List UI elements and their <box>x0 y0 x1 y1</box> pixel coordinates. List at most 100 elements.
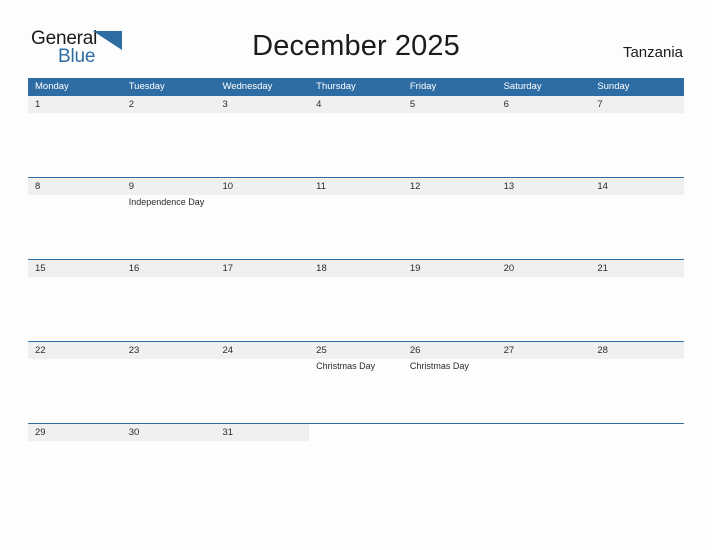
calendar-week-row: 1 2 3 4 5 6 7 <box>28 96 685 177</box>
calendar-day-number: 8 <box>35 181 41 192</box>
weekday-header-friday: Friday <box>409 81 437 92</box>
calendar-day-cell[interactable]: 25 Christmas Day <box>309 342 403 423</box>
calendar-event-label: Christmas Day <box>409 361 469 371</box>
calendar-day-cell[interactable]: 4 <box>309 96 403 177</box>
calendar-day-cell[interactable]: 20 <box>496 260 591 341</box>
calendar-day-number: 30 <box>128 427 140 438</box>
calendar-day-cell-empty <box>496 424 591 448</box>
calendar-day-cell[interactable]: 19 <box>402 260 497 341</box>
weekday-header-saturday: Saturday <box>503 81 542 92</box>
calendar-day-number: 28 <box>597 345 608 356</box>
calendar-day-cell[interactable]: 6 <box>496 96 591 177</box>
calendar-day-cell[interactable]: 5 <box>402 96 497 177</box>
calendar-day-band <box>28 178 122 195</box>
calendar-weeks: 1 2 3 4 5 6 7 8 9 Independence Day 10 11 12 13 14 15 16 1… <box>28 96 685 448</box>
calendar-day-cell[interactable]: 30 <box>121 424 216 448</box>
calendar-day-band <box>496 96 591 113</box>
weekday-header-monday: Monday <box>35 81 69 92</box>
calendar-day-cell[interactable]: 8 <box>28 178 122 259</box>
calendar-day-number: 25 <box>316 345 327 356</box>
calendar-day-cell[interactable]: 15 <box>28 260 122 341</box>
calendar-day-number: 29 <box>35 427 46 438</box>
calendar-day-events: Christmas Day <box>410 360 494 372</box>
calendar-day-cell[interactable]: 26 Christmas Day <box>402 342 497 423</box>
calendar-day-cell-empty <box>402 424 497 448</box>
calendar-day-number: 24 <box>222 345 234 356</box>
country-label: Tanzania <box>622 44 683 61</box>
calendar-day-number: 5 <box>409 99 416 110</box>
calendar-day-band <box>402 96 497 113</box>
calendar-week-row: 29 30 31 <box>28 423 685 448</box>
calendar-day-number: 15 <box>35 263 46 274</box>
calendar-day-cell[interactable]: 28 <box>590 342 685 423</box>
calendar-event-label: Christmas Day <box>316 361 376 371</box>
calendar-day-number: 7 <box>597 99 603 110</box>
calendar-day-events: Christmas Day <box>316 360 400 372</box>
calendar-day-cell[interactable]: 11 <box>309 178 403 259</box>
calendar-day-number: 20 <box>503 263 515 274</box>
calendar-day-cell-empty <box>590 424 685 448</box>
calendar-day-events: Independence Day <box>129 196 213 208</box>
calendar-day-number: 18 <box>316 263 327 274</box>
calendar-day-cell[interactable]: 14 <box>590 178 685 259</box>
calendar-day-number: 26 <box>409 345 421 356</box>
calendar-day-cell[interactable]: 23 <box>121 342 216 423</box>
calendar-day-number: 16 <box>128 263 140 274</box>
weekday-header-thursday: Thursday <box>316 81 356 92</box>
calendar-day-cell[interactable]: 24 <box>215 342 310 423</box>
calendar-day-cell[interactable]: 2 <box>121 96 216 177</box>
calendar-day-number: 21 <box>597 263 608 274</box>
calendar-day-number: 4 <box>316 99 322 110</box>
calendar-day-cell-empty <box>309 424 403 448</box>
calendar-grid: Monday Tuesday Wednesday Thursday Friday… <box>28 78 685 448</box>
calendar-day-cell[interactable]: 3 <box>215 96 310 177</box>
calendar-day-band <box>28 96 122 113</box>
calendar-day-number: 1 <box>35 99 41 110</box>
calendar-day-cell[interactable]: 13 <box>496 178 591 259</box>
calendar-day-cell[interactable]: 21 <box>590 260 685 341</box>
calendar-day-band <box>121 96 216 113</box>
calendar-day-band <box>121 178 216 195</box>
weekday-header-wednesday: Wednesday <box>222 81 273 92</box>
calendar-day-number: 6 <box>503 99 509 110</box>
calendar-week-cells: 29 30 31 <box>28 424 685 448</box>
calendar-week-cells: 1 2 3 4 5 6 7 <box>28 96 685 177</box>
page-title: December 2025 <box>252 30 460 62</box>
calendar-day-cell[interactable]: 27 <box>496 342 591 423</box>
calendar-day-number: 19 <box>409 263 421 274</box>
calendar-day-number: 10 <box>222 181 234 192</box>
calendar-week-cells: 15 16 17 18 19 20 21 <box>28 260 685 341</box>
calendar-day-number: 13 <box>503 181 515 192</box>
calendar-day-cell[interactable]: 1 <box>28 96 122 177</box>
calendar-page: General Blue December 2025 Tanzania Mond… <box>0 0 712 550</box>
calendar-day-number: 27 <box>503 345 515 356</box>
calendar-day-cell[interactable]: 12 <box>402 178 497 259</box>
calendar-day-cell[interactable]: 9 Independence Day <box>121 178 216 259</box>
calendar-day-number: 17 <box>222 263 234 274</box>
calendar-week-row: 22 23 24 25 Christmas Day 26 Christmas Day 27 28 <box>28 341 685 423</box>
calendar-day-number: 23 <box>128 345 140 356</box>
calendar-day-cell[interactable]: 10 <box>215 178 310 259</box>
calendar-day-band <box>309 96 403 113</box>
calendar-day-number: 3 <box>222 99 228 110</box>
calendar-day-number: 11 <box>316 181 327 192</box>
weekday-header-tuesday: Tuesday <box>128 81 165 92</box>
calendar-day-band <box>402 424 497 441</box>
calendar-day-number: 9 <box>128 181 135 192</box>
calendar-day-band <box>496 424 591 441</box>
calendar-day-number: 2 <box>128 99 135 110</box>
calendar-day-cell[interactable]: 16 <box>121 260 216 341</box>
calendar-day-cell[interactable]: 7 <box>590 96 685 177</box>
calendar-week-cells: 8 9 Independence Day 10 11 12 13 14 <box>28 178 685 259</box>
calendar-day-number: 12 <box>409 181 421 192</box>
page-header: General Blue December 2025 Tanzania <box>0 0 712 76</box>
calendar-day-cell[interactable]: 22 <box>28 342 122 423</box>
calendar-day-band <box>215 96 310 113</box>
calendar-week-row: 8 9 Independence Day 10 11 12 13 14 <box>28 177 685 259</box>
calendar-day-cell[interactable]: 18 <box>309 260 403 341</box>
calendar-day-cell[interactable]: 29 <box>28 424 122 448</box>
calendar-day-cell[interactable]: 17 <box>215 260 310 341</box>
calendar-day-cell[interactable]: 31 <box>215 424 310 448</box>
calendar-week-cells: 22 23 24 25 Christmas Day 26 Christmas Day 27 28 <box>28 342 685 423</box>
weekday-header-sunday: Sunday <box>597 81 630 92</box>
